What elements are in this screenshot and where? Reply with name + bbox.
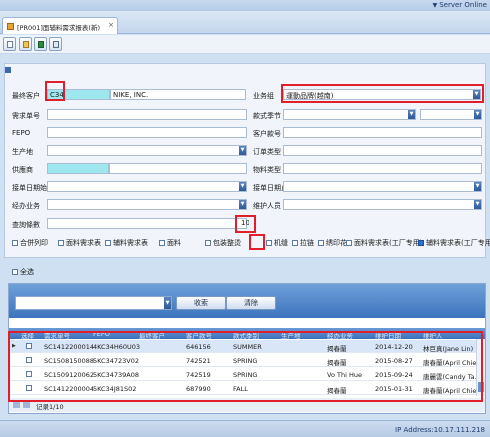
customer-label: 最终客户: [12, 92, 40, 100]
new-button[interactable]: [3, 37, 16, 51]
chevron-down-icon[interactable]: ▼: [164, 297, 171, 309]
order-type-label: 订单类型: [253, 148, 281, 156]
business-select[interactable]: ▼: [47, 199, 247, 210]
fepo-label: FEPO: [12, 129, 31, 137]
printer-icon: [53, 41, 59, 48]
checkbox[interactable]: [12, 269, 18, 275]
chevron-down-icon[interactable]: ▼: [239, 182, 246, 191]
server-status[interactable]: ▼ Server Online: [433, 1, 487, 9]
report-options: 合併列印 面料需求表 辅料需求表 面料 包装整烫 机缝 拉链 绣印花 面料需求表…: [12, 238, 490, 250]
server-status-label: Server Online: [439, 1, 487, 9]
maintainer-select[interactable]: ▼: [283, 199, 482, 210]
option-sewing[interactable]: 机缝: [266, 238, 288, 248]
checkbox[interactable]: [205, 240, 211, 246]
season-label: 款式季节: [253, 112, 281, 120]
collapse-icon[interactable]: [5, 67, 11, 73]
chevron-down-icon[interactable]: ▼: [408, 110, 415, 119]
customer-name-input[interactable]: NIKE, INC.: [110, 89, 246, 100]
close-icon[interactable]: ×: [108, 21, 114, 29]
export-excel-button[interactable]: [34, 37, 47, 51]
prev-page-icon[interactable]: [23, 401, 30, 408]
toolbar: [0, 35, 490, 54]
demand-no-input[interactable]: [47, 109, 247, 120]
checkbox[interactable]: [318, 240, 324, 246]
checkbox[interactable]: [12, 240, 18, 246]
top-bar: ▼ Server Online: [0, 0, 490, 11]
chevron-down-icon[interactable]: ▼: [474, 200, 481, 209]
search-button[interactable]: 收索: [176, 296, 226, 310]
select-all-label: 全选: [20, 268, 34, 276]
option-packaging[interactable]: 包装整烫: [205, 238, 241, 248]
business-group-highlight: [281, 84, 484, 103]
material-type-label: 物料类型: [253, 166, 281, 174]
checkbox[interactable]: [58, 240, 64, 246]
fepo-input[interactable]: [47, 127, 247, 138]
maintainer-label: 维护人员: [253, 202, 281, 210]
option-accessory-demand[interactable]: 辅料需求表: [105, 238, 148, 248]
customer-code-highlight: [45, 81, 65, 101]
order-type-input[interactable]: [283, 145, 482, 156]
option-accessory-demand-factory[interactable]: 辅料需求表(工厂专用): [418, 238, 490, 248]
results-highlight: [8, 331, 483, 402]
status-bar: IP Address:10.17.111.218: [0, 420, 490, 437]
chevron-down-icon[interactable]: ▼: [474, 110, 481, 119]
checkbox[interactable]: [159, 240, 165, 246]
document-icon: [7, 41, 13, 48]
chevron-down-icon[interactable]: ▼: [239, 146, 246, 155]
checkbox[interactable]: [292, 240, 298, 246]
production-site-select[interactable]: ▼: [47, 145, 247, 156]
results-header: ▼ 收索 清除: [9, 284, 485, 318]
print-button[interactable]: [49, 37, 62, 51]
customer-code-fill: [64, 89, 110, 100]
checkbox[interactable]: [105, 240, 111, 246]
report-icon: [7, 23, 14, 30]
results-filter-select[interactable]: ▼: [15, 296, 172, 310]
customer-no-label: 客户款号: [253, 130, 281, 138]
query-rows-highlight: [235, 215, 256, 233]
folder-icon: [23, 41, 29, 48]
query-rows-label: 查詢條數: [12, 221, 40, 229]
customer-no-input[interactable]: [283, 127, 482, 138]
checkbox[interactable]: [418, 240, 424, 246]
option-fabric-demand-factory[interactable]: 面料需求表(工厂专用): [346, 238, 422, 248]
supplier-code-input[interactable]: [47, 163, 109, 174]
option-zipper[interactable]: 拉链: [292, 238, 314, 248]
option-embroidery[interactable]: 绣印花: [318, 238, 347, 248]
tab-strip: [PR001]面辅料需求报表(新) ×: [0, 11, 490, 34]
excel-icon: [38, 41, 44, 48]
checkbox[interactable]: [346, 240, 352, 246]
season-select[interactable]: ▼: [283, 109, 416, 120]
option-fabric[interactable]: 面料: [159, 238, 181, 248]
demand-no-label: 需求单号: [12, 112, 40, 120]
production-site-label: 生产地: [12, 148, 33, 156]
ip-address: IP Address:10.17.111.218: [395, 426, 485, 434]
option-fabric-demand[interactable]: 面料需求表: [58, 238, 101, 248]
order-date-end-picker[interactable]: ▼: [283, 181, 482, 192]
open-button[interactable]: [19, 37, 32, 51]
query-rows-input-bg: [47, 218, 247, 229]
chevron-down-icon[interactable]: ▼: [239, 200, 246, 209]
order-date-start-label: 接单日期始: [12, 184, 47, 192]
supplier-name-input[interactable]: [109, 163, 247, 174]
chevron-down-icon[interactable]: ▼: [474, 182, 481, 191]
sewing-option-highlight: [249, 234, 265, 250]
chevron-down-icon: ▼: [432, 2, 438, 9]
business-group-label: 业务组: [253, 92, 274, 100]
first-page-icon[interactable]: [13, 401, 20, 408]
checkbox[interactable]: [266, 240, 272, 246]
option-merge-print[interactable]: 合併列印: [12, 238, 48, 248]
tab-title: [PR001]面辅料需求报表(新): [17, 24, 100, 32]
material-type-input[interactable]: [283, 163, 482, 174]
tab-report[interactable]: [PR001]面辅料需求报表(新) ×: [2, 17, 118, 34]
select-all[interactable]: 全选: [12, 267, 34, 277]
business-label: 经办业务: [12, 202, 40, 210]
pager-text: 记录1/10: [36, 403, 64, 411]
order-date-start-picker[interactable]: ▼: [47, 181, 247, 192]
clear-button[interactable]: 清除: [226, 296, 276, 310]
season-year-select[interactable]: ▼: [420, 109, 482, 120]
supplier-label: 供應商: [12, 166, 33, 174]
